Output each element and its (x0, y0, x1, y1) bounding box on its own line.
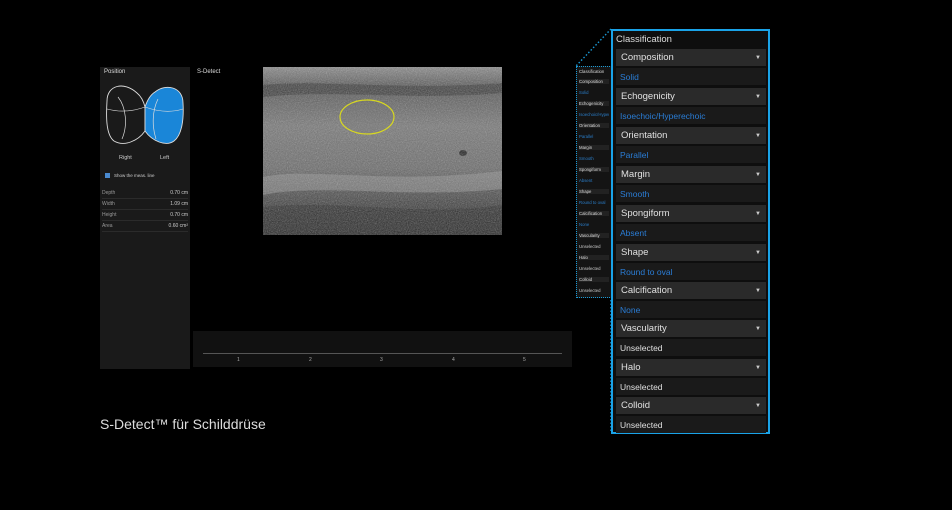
thumbnail-item-value: Absent (579, 178, 593, 183)
value-calcification[interactable]: None (616, 301, 766, 318)
dropdown-spongiform[interactable]: Spongiform ▼ (616, 205, 766, 222)
classification-panel-thumbnail: Classification Composition Solid Echogen… (576, 66, 612, 298)
dropdown-vascularity[interactable]: Vascularity ▼ (616, 320, 766, 337)
thumbnail-item-value: None (579, 222, 590, 227)
thyroid-left-lobe (144, 86, 184, 144)
thumbnail-item-name: Orientation (579, 123, 609, 128)
scale-tick: 5 (523, 357, 526, 363)
thyroid-diagram[interactable] (104, 81, 186, 151)
dropdown-label: Shape (621, 247, 649, 258)
dropdown-label: Orientation (621, 130, 668, 141)
thumbnail-item-name: Vascularity (579, 233, 609, 238)
measurement-row: Area 0.60 cm² (102, 220, 188, 232)
chevron-down-icon[interactable]: ▼ (755, 55, 761, 61)
measurement-value: 1.09 cm (170, 200, 188, 207)
measurement-value: 0.70 cm (170, 211, 188, 218)
thumbnail-item-value: Unselected (579, 266, 601, 271)
dropdown-label: Echogenicity (621, 91, 675, 102)
chevron-down-icon[interactable]: ▼ (755, 326, 761, 332)
scale-tick: 4 (452, 357, 455, 363)
dropdown-halo[interactable]: Halo ▼ (616, 359, 766, 376)
dropdown-shape[interactable]: Shape ▼ (616, 244, 766, 261)
dropdown-label: Composition (621, 52, 674, 63)
value-spongiform[interactable]: Absent (616, 224, 766, 241)
dropdown-calcification[interactable]: Calcification ▼ (616, 282, 766, 299)
lesion-outline (339, 99, 395, 135)
thumbnail-item-name: Spongiform (579, 167, 609, 172)
scale-tick: 1 (237, 357, 240, 363)
thumbnail-item-value: Unselected (579, 288, 601, 293)
dropdown-label: Vascularity (621, 323, 667, 334)
dropdown-label: Spongiform (621, 208, 670, 219)
classification-panel: Classification Composition ▼ Solid Echog… (611, 29, 770, 434)
chevron-down-icon[interactable]: ▼ (755, 94, 761, 100)
chevron-down-icon[interactable]: ▼ (755, 211, 761, 217)
value-composition[interactable]: Solid (616, 68, 766, 85)
sdetect-label: S-Detect (197, 69, 221, 75)
scale-line (203, 353, 562, 354)
measurement-value: 0.70 cm (170, 189, 188, 196)
dropdown-label: Calcification (621, 285, 673, 296)
show-meas-line-label: Show the meas. line (114, 173, 155, 178)
position-panel: Position Right Left Show the meas. line … (100, 67, 190, 369)
measurement-label: Depth (102, 189, 116, 196)
thumbnail-item-value: Parallel (579, 134, 594, 139)
thumbnail-item-value: Isoechoic/Hyperechoic (579, 112, 609, 117)
dropdown-label: Colloid (621, 400, 651, 411)
dropdown-colloid[interactable]: Colloid ▼ (616, 397, 766, 414)
dropdown-composition[interactable]: Composition ▼ (616, 49, 766, 66)
chevron-down-icon[interactable]: ▼ (755, 403, 761, 409)
right-label: Right (119, 155, 132, 161)
thumbnail-item-value: Round to oval (579, 200, 606, 205)
caption: S-Detect™ für Schilddrüse (100, 416, 266, 432)
thyroid-right-lobe (106, 85, 146, 144)
thumbnail-item-name: Calcification (579, 211, 609, 216)
chevron-down-icon[interactable]: ▼ (755, 250, 761, 256)
scale-tick: 3 (380, 357, 383, 363)
classification-title: Classification (616, 34, 672, 45)
show-meas-line-option[interactable]: Show the meas. line (105, 173, 155, 178)
value-colloid[interactable]: Unselected (616, 416, 766, 433)
thumbnail-item-value: Unselected (579, 244, 601, 249)
dropdown-label: Margin (621, 169, 651, 180)
show-meas-line-checkbox[interactable] (105, 173, 110, 178)
chevron-down-icon[interactable]: ▼ (755, 133, 761, 139)
value-vascularity[interactable]: Unselected (616, 339, 766, 356)
chevron-down-icon[interactable]: ▼ (755, 288, 761, 294)
measurement-value: 0.60 cm² (168, 222, 188, 229)
dropdown-margin[interactable]: Margin ▼ (616, 166, 766, 183)
dropdown-label: Halo (621, 362, 641, 373)
value-echogenicity[interactable]: Isoechoic/Hyperechoic (616, 107, 766, 124)
measurement-label: Height (102, 211, 117, 218)
thumbnail-item-name: Margin (579, 145, 609, 150)
thumbnail-item-value: Smooth (579, 156, 594, 161)
chevron-down-icon[interactable]: ▼ (755, 172, 761, 178)
ultrasound-image (263, 67, 502, 235)
dropdown-orientation[interactable]: Orientation ▼ (616, 127, 766, 144)
thumbnail-item-name: Echogenicity (579, 101, 609, 106)
thumbnail-item-value: Solid (579, 90, 589, 95)
left-label: Left (160, 155, 170, 161)
measurement-label: Width (102, 200, 115, 207)
thumbnail-item-name: Colloid (579, 277, 609, 282)
chevron-down-icon[interactable]: ▼ (755, 365, 761, 371)
value-halo[interactable]: Unselected (616, 378, 766, 395)
thumbnail-item-name: Shape (579, 189, 609, 194)
value-shape[interactable]: Round to oval (616, 263, 766, 280)
position-title: Position (104, 69, 126, 75)
thumbnail-title: Classification (579, 69, 605, 74)
scale-bar: 1 2 3 4 5 (193, 331, 572, 367)
thumbnail-item-name: Halo (579, 255, 609, 260)
scale-tick: 2 (309, 357, 312, 363)
dropdown-echogenicity[interactable]: Echogenicity ▼ (616, 88, 766, 105)
measurement-label: Area (102, 222, 113, 229)
value-orientation[interactable]: Parallel (616, 146, 766, 163)
value-margin[interactable]: Smooth (616, 185, 766, 202)
thumbnail-item-name: Composition (579, 79, 609, 84)
